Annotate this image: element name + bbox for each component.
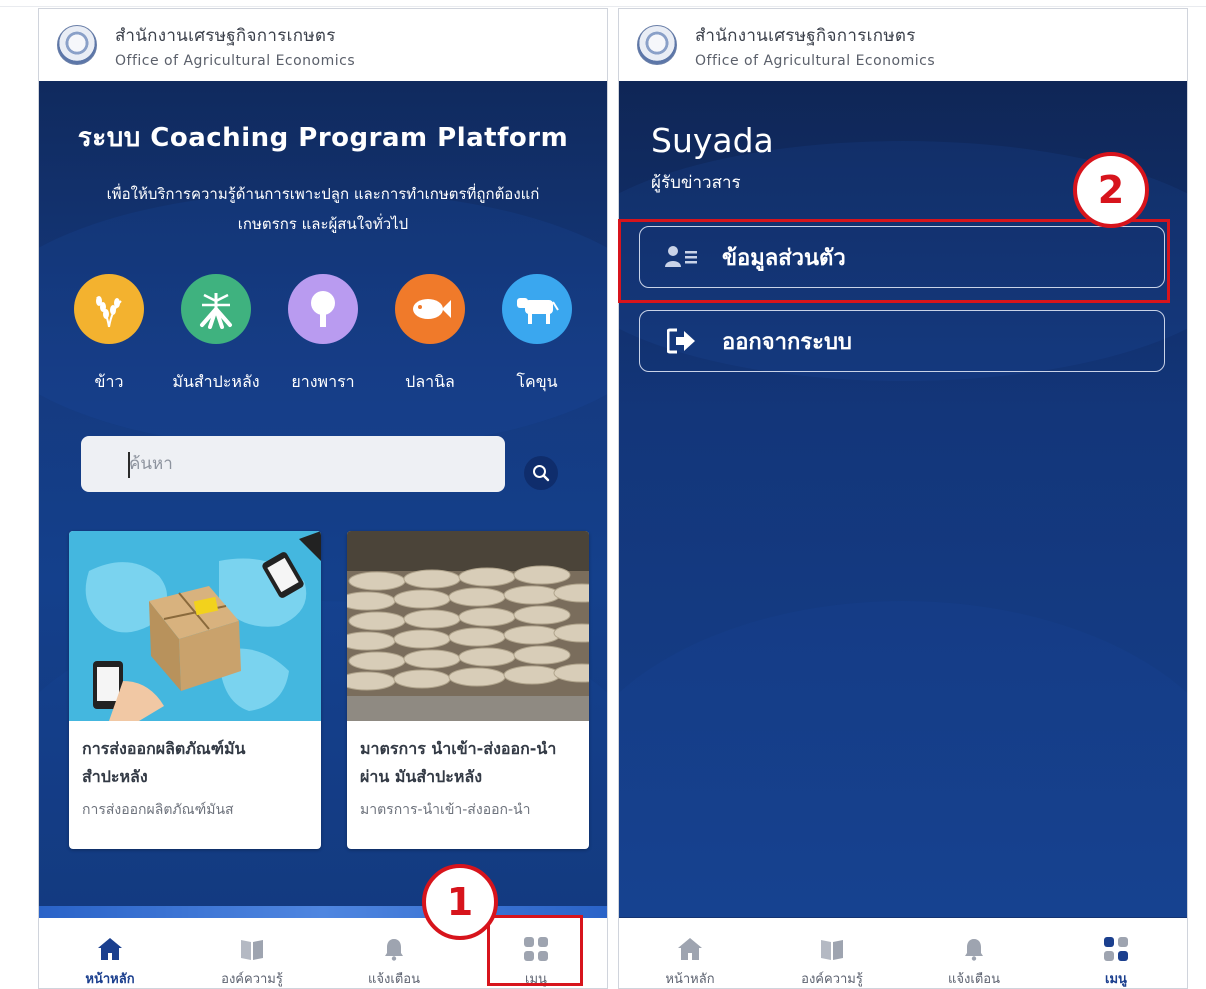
home-icon <box>97 936 123 962</box>
rice-icon <box>74 274 144 344</box>
category-label: ข้าว <box>94 372 124 391</box>
app-header: สำนักงานเศรษฐกิจการเกษตร Office of Agric… <box>39 9 607 82</box>
category-rubber[interactable]: ยางพารา <box>273 274 373 395</box>
search-input[interactable] <box>81 436 505 492</box>
card-title: มาตรการ นำเข้า-ส่งออก-นำผ่าน มันสำปะหลัง <box>360 739 557 786</box>
app-header: สำนักงานเศรษฐกิจการเกษตร Office of Agric… <box>619 9 1187 82</box>
content-card[interactable]: การส่งออกผลิตภัณฑ์มัน สำปะหลัง การส่งออก… <box>69 531 321 849</box>
tab-menu[interactable]: เมนู <box>1056 918 1176 988</box>
category-label: ยางพารา <box>291 372 355 391</box>
export-parcel-image <box>69 531 321 721</box>
tab-label: หน้าหลัก <box>85 972 135 987</box>
oae-logo <box>637 25 677 65</box>
text-caret <box>128 452 130 478</box>
home-icon <box>677 936 703 962</box>
cassava-icon <box>181 274 251 344</box>
tab-label: องค์ความรู้ <box>221 972 283 987</box>
step-2-badge: 2 <box>1073 152 1149 228</box>
book-icon <box>819 936 845 962</box>
content-card[interactable]: มาตรการ นำเข้า-ส่งออก-นำผ่าน มันสำปะหลัง… <box>347 531 589 849</box>
tab-label: เมนู <box>1105 972 1127 987</box>
category-cattle[interactable]: โคขุน <box>487 274 587 395</box>
category-label: มันสำปะหลัง <box>172 372 260 391</box>
category-label: ปลานิล <box>405 372 455 391</box>
home-screen: สำนักงานเศรษฐกิจการเกษตร Office of Agric… <box>38 8 608 989</box>
top-divider <box>0 6 1206 7</box>
page-subtitle: เพื่อให้บริการความรู้ด้านการเพาะปลูก และ… <box>53 179 593 239</box>
step-2-highlight <box>618 219 1170 303</box>
menu-label: ออกจากระบบ <box>722 329 852 355</box>
category-cassava[interactable]: มันสำปะหลัง <box>166 274 266 395</box>
category-label: โคขุน <box>516 372 558 391</box>
logout-button[interactable]: ออกจากระบบ <box>639 310 1165 372</box>
card-subtitle: การส่งออกผลิตภัณฑ์มันส <box>82 802 234 818</box>
page-title: ระบบ Coaching Program Platform <box>77 123 569 153</box>
book-icon <box>239 936 265 962</box>
oae-logo <box>57 25 97 65</box>
org-name-en: Office of Agricultural Economics <box>115 52 356 69</box>
bottom-tab-bar: หน้าหลัก องค์ความรู้ แจ้งเตือน เมนู <box>619 918 1187 988</box>
subtitle-line-2: เกษตรกร และผู้สนใจทั่วไป <box>237 215 409 233</box>
tab-label: แจ้งเตือน <box>368 972 420 987</box>
tab-knowledge[interactable]: องค์ความรู้ <box>772 918 892 988</box>
category-list: ข้าว มันสำปะหลัง ยางพารา ปลานิล โคขุน <box>59 274 587 395</box>
logout-icon <box>664 326 700 356</box>
card-title: การส่งออกผลิตภัณฑ์มัน สำปะหลัง <box>82 739 246 786</box>
tab-home[interactable]: หน้าหลัก <box>630 918 750 988</box>
sacks-warehouse-image <box>347 531 589 721</box>
category-tilapia[interactable]: ปลานิล <box>380 274 480 395</box>
card-subtitle: มาตรการ-นำเข้า-ส่งออก-นำ <box>360 802 531 818</box>
bell-icon <box>961 936 987 962</box>
step-1-badge: 1 <box>422 864 498 940</box>
search-button[interactable] <box>524 456 558 490</box>
fish-icon <box>395 274 465 344</box>
tab-knowledge[interactable]: องค์ความรู้ <box>192 918 312 988</box>
cow-icon <box>502 274 572 344</box>
tab-label: หน้าหลัก <box>665 972 715 987</box>
menu-grid-icon <box>1103 936 1129 962</box>
org-name-th: สำนักงานเศรษฐกิจการเกษตร <box>695 25 916 46</box>
user-role: ผู้รับข่าวสาร <box>651 173 741 193</box>
tab-home[interactable]: หน้าหลัก <box>50 918 170 988</box>
step-1-highlight <box>487 915 583 986</box>
bell-icon <box>381 936 407 962</box>
rubber-tree-icon <box>288 274 358 344</box>
tab-label: แจ้งเตือน <box>948 972 1000 987</box>
category-rice[interactable]: ข้าว <box>59 274 159 395</box>
search-icon <box>533 465 550 482</box>
tab-notifications[interactable]: แจ้งเตือน <box>914 918 1034 988</box>
org-name-en: Office of Agricultural Economics <box>695 52 936 69</box>
tab-label: องค์ความรู้ <box>801 972 863 987</box>
org-name-th: สำนักงานเศรษฐกิจการเกษตร <box>115 25 336 46</box>
subtitle-line-1: เพื่อให้บริการความรู้ด้านการเพาะปลูก และ… <box>106 185 540 203</box>
user-name: Suyada <box>651 121 774 160</box>
